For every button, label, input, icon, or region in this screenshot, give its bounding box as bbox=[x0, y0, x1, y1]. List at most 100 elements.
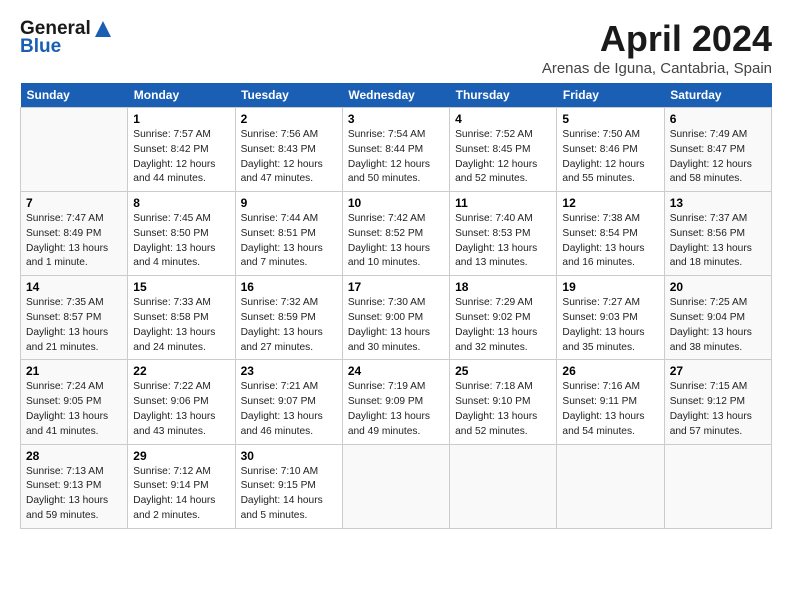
calendar-cell: 20 Sunrise: 7:25 AM Sunset: 9:04 PM Dayli… bbox=[664, 276, 771, 360]
day-number: 6 bbox=[670, 112, 766, 126]
day-number: 9 bbox=[241, 196, 337, 210]
day-info: Sunrise: 7:42 AM Sunset: 8:52 PM Dayligh… bbox=[348, 213, 430, 268]
calendar-cell bbox=[450, 444, 557, 528]
calendar-cell: 2 Sunrise: 7:56 AM Sunset: 8:43 PM Daylig… bbox=[235, 108, 342, 192]
logo-icon bbox=[93, 19, 113, 39]
day-number: 25 bbox=[455, 364, 551, 378]
calendar-cell: 18 Sunrise: 7:29 AM Sunset: 9:02 PM Dayli… bbox=[450, 276, 557, 360]
calendar-cell: 12 Sunrise: 7:38 AM Sunset: 8:54 PM Dayli… bbox=[557, 192, 664, 276]
day-number: 23 bbox=[241, 364, 337, 378]
day-number: 18 bbox=[455, 280, 551, 294]
calendar-cell: 26Sunrise: 7:16 AM Sunset: 9:11 PM Dayli… bbox=[557, 360, 664, 444]
day-number: 14 bbox=[26, 280, 122, 294]
day-info: Sunrise: 7:38 AM Sunset: 8:54 PM Dayligh… bbox=[562, 213, 644, 268]
day-number: 21 bbox=[26, 364, 122, 378]
day-number: 4 bbox=[455, 112, 551, 126]
weekday-header: Saturday bbox=[664, 83, 771, 108]
day-number: 5 bbox=[562, 112, 658, 126]
day-info: Sunrise: 7:27 AM Sunset: 9:03 PM Dayligh… bbox=[562, 297, 644, 352]
day-info: Sunrise: 7:49 AM Sunset: 8:47 PM Dayligh… bbox=[670, 129, 752, 184]
calendar-cell bbox=[557, 444, 664, 528]
day-info: Sunrise: 7:15 AM Sunset: 9:12 PM Dayligh… bbox=[670, 381, 752, 436]
weekday-header: Friday bbox=[557, 83, 664, 108]
calendar-cell: 11 Sunrise: 7:40 AM Sunset: 8:53 PM Dayli… bbox=[450, 192, 557, 276]
day-number: 20 bbox=[670, 280, 766, 294]
day-number: 1 bbox=[133, 112, 229, 126]
calendar-cell: 15 Sunrise: 7:33 AM Sunset: 8:58 PM Dayli… bbox=[128, 276, 235, 360]
day-info: Sunrise: 7:25 AM Sunset: 9:04 PM Dayligh… bbox=[670, 297, 752, 352]
day-info: Sunrise: 7:16 AM Sunset: 9:11 PM Dayligh… bbox=[562, 381, 644, 436]
calendar-cell: 14 Sunrise: 7:35 AM Sunset: 8:57 PM Dayli… bbox=[21, 276, 128, 360]
logo: General Blue bbox=[20, 18, 113, 58]
day-number: 8 bbox=[133, 196, 229, 210]
day-number: 30 bbox=[241, 449, 337, 463]
day-number: 16 bbox=[241, 280, 337, 294]
day-info: Sunrise: 7:56 AM Sunset: 8:43 PM Dayligh… bbox=[241, 129, 323, 184]
calendar-cell: 13 Sunrise: 7:37 AM Sunset: 8:56 PM Dayli… bbox=[664, 192, 771, 276]
day-info: Sunrise: 7:50 AM Sunset: 8:46 PM Dayligh… bbox=[562, 129, 644, 184]
day-number: 24 bbox=[348, 364, 444, 378]
day-info: Sunrise: 7:45 AM Sunset: 8:50 PM Dayligh… bbox=[133, 213, 215, 268]
calendar-cell: 8 Sunrise: 7:45 AM Sunset: 8:50 PM Daylig… bbox=[128, 192, 235, 276]
calendar-cell: 7 Sunrise: 7:47 AM Sunset: 8:49 PM Daylig… bbox=[21, 192, 128, 276]
calendar-cell: 9 Sunrise: 7:44 AM Sunset: 8:51 PM Daylig… bbox=[235, 192, 342, 276]
day-info: Sunrise: 7:18 AM Sunset: 9:10 PM Dayligh… bbox=[455, 381, 537, 436]
day-info: Sunrise: 7:37 AM Sunset: 8:56 PM Dayligh… bbox=[670, 213, 752, 268]
weekday-header: Monday bbox=[128, 83, 235, 108]
day-number: 27 bbox=[670, 364, 766, 378]
weekday-header: Thursday bbox=[450, 83, 557, 108]
day-info: Sunrise: 7:32 AM Sunset: 8:59 PM Dayligh… bbox=[241, 297, 323, 352]
day-info: Sunrise: 7:24 AM Sunset: 9:05 PM Dayligh… bbox=[26, 381, 108, 436]
day-info: Sunrise: 7:29 AM Sunset: 9:02 PM Dayligh… bbox=[455, 297, 537, 352]
weekday-header: Wednesday bbox=[342, 83, 449, 108]
day-number: 11 bbox=[455, 196, 551, 210]
day-info: Sunrise: 7:47 AM Sunset: 8:49 PM Dayligh… bbox=[26, 213, 108, 268]
subtitle: Arenas de Iguna, Cantabria, Spain bbox=[542, 60, 772, 77]
day-info: Sunrise: 7:12 AM Sunset: 9:14 PM Dayligh… bbox=[133, 466, 215, 521]
calendar-cell: 28Sunrise: 7:13 AM Sunset: 9:13 PM Dayli… bbox=[21, 444, 128, 528]
day-info: Sunrise: 7:40 AM Sunset: 8:53 PM Dayligh… bbox=[455, 213, 537, 268]
day-number: 12 bbox=[562, 196, 658, 210]
calendar-cell: 27 Sunrise: 7:15 AM Sunset: 9:12 PM Dayli… bbox=[664, 360, 771, 444]
calendar-cell: 10 Sunrise: 7:42 AM Sunset: 8:52 PM Dayli… bbox=[342, 192, 449, 276]
weekday-header: Sunday bbox=[21, 83, 128, 108]
day-number: 19 bbox=[562, 280, 658, 294]
calendar-cell: 6 Sunrise: 7:49 AM Sunset: 8:47 PM Daylig… bbox=[664, 108, 771, 192]
day-info: Sunrise: 7:35 AM Sunset: 8:57 PM Dayligh… bbox=[26, 297, 108, 352]
main-title: April 2024 bbox=[542, 18, 772, 60]
day-info: Sunrise: 7:33 AM Sunset: 8:58 PM Dayligh… bbox=[133, 297, 215, 352]
day-number: 13 bbox=[670, 196, 766, 210]
title-block: April 2024 Arenas de Iguna, Cantabria, S… bbox=[542, 18, 772, 77]
calendar-cell bbox=[342, 444, 449, 528]
calendar-cell: 29 Sunrise: 7:12 AM Sunset: 9:14 PM Dayli… bbox=[128, 444, 235, 528]
calendar-cell: 3 Sunrise: 7:54 AM Sunset: 8:44 PM Daylig… bbox=[342, 108, 449, 192]
day-info: Sunrise: 7:57 AM Sunset: 8:42 PM Dayligh… bbox=[133, 129, 215, 184]
calendar-cell: 30 Sunrise: 7:10 AM Sunset: 9:15 PM Dayli… bbox=[235, 444, 342, 528]
day-number: 7 bbox=[26, 196, 122, 210]
day-info: Sunrise: 7:10 AM Sunset: 9:15 PM Dayligh… bbox=[241, 466, 323, 521]
calendar-cell: 4 Sunrise: 7:52 AM Sunset: 8:45 PM Daylig… bbox=[450, 108, 557, 192]
day-info: Sunrise: 7:52 AM Sunset: 8:45 PM Dayligh… bbox=[455, 129, 537, 184]
calendar-cell bbox=[664, 444, 771, 528]
calendar-cell: 24Sunrise: 7:19 AM Sunset: 9:09 PM Dayli… bbox=[342, 360, 449, 444]
day-info: Sunrise: 7:30 AM Sunset: 9:00 PM Dayligh… bbox=[348, 297, 430, 352]
day-info: Sunrise: 7:54 AM Sunset: 8:44 PM Dayligh… bbox=[348, 129, 430, 184]
day-number: 17 bbox=[348, 280, 444, 294]
day-number: 2 bbox=[241, 112, 337, 126]
calendar-cell: 25 Sunrise: 7:18 AM Sunset: 9:10 PM Dayli… bbox=[450, 360, 557, 444]
weekday-header: Tuesday bbox=[235, 83, 342, 108]
day-number: 29 bbox=[133, 449, 229, 463]
calendar-cell: 19 Sunrise: 7:27 AM Sunset: 9:03 PM Dayli… bbox=[557, 276, 664, 360]
day-info: Sunrise: 7:22 AM Sunset: 9:06 PM Dayligh… bbox=[133, 381, 215, 436]
day-number: 28 bbox=[26, 449, 122, 463]
day-number: 15 bbox=[133, 280, 229, 294]
day-number: 10 bbox=[348, 196, 444, 210]
day-info: Sunrise: 7:21 AM Sunset: 9:07 PM Dayligh… bbox=[241, 381, 323, 436]
calendar-cell: 16 Sunrise: 7:32 AM Sunset: 8:59 PM Dayli… bbox=[235, 276, 342, 360]
calendar-cell: 1 Sunrise: 7:57 AM Sunset: 8:42 PM Daylig… bbox=[128, 108, 235, 192]
calendar-cell: 21 Sunrise: 7:24 AM Sunset: 9:05 PM Dayli… bbox=[21, 360, 128, 444]
calendar-cell: 17 Sunrise: 7:30 AM Sunset: 9:00 PM Dayli… bbox=[342, 276, 449, 360]
day-info: Sunrise: 7:44 AM Sunset: 8:51 PM Dayligh… bbox=[241, 213, 323, 268]
calendar-cell: 23 Sunrise: 7:21 AM Sunset: 9:07 PM Dayli… bbox=[235, 360, 342, 444]
day-number: 3 bbox=[348, 112, 444, 126]
